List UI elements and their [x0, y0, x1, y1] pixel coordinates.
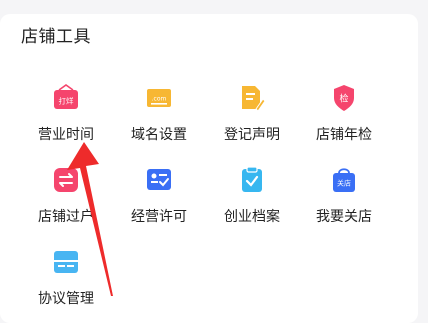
transfer-icon	[53, 166, 79, 194]
tool-label: 店铺过户	[38, 209, 94, 225]
tool-domain-settings[interactable]: .com 域名设置	[113, 84, 205, 156]
tool-close-store[interactable]: 关店 我要关店	[298, 166, 390, 238]
close-store-bag-icon: 关店	[331, 166, 357, 194]
open-hours-icon: 打烊	[53, 84, 79, 112]
tool-label: 我要关店	[316, 209, 372, 225]
tool-label: 营业时间	[38, 127, 94, 143]
svg-text:打烊: 打烊	[59, 96, 74, 106]
tool-label: 店铺年检	[316, 127, 372, 143]
tool-label: 经营许可	[131, 209, 187, 225]
svg-text:.com: .com	[152, 96, 167, 103]
tool-shop-transfer[interactable]: 店铺过户	[20, 166, 112, 238]
tool-business-license[interactable]: 经营许可	[113, 166, 205, 238]
annual-inspection-shield-icon: 检	[331, 84, 357, 112]
tool-registration-statement[interactable]: 登记声明	[206, 84, 298, 156]
archive-clipboard-icon	[239, 166, 265, 194]
tool-open-hours[interactable]: 打烊 营业时间	[20, 84, 112, 156]
svg-text:检: 检	[339, 93, 348, 105]
tool-label: 创业档案	[224, 209, 280, 225]
tool-agreement-management[interactable]: 协议管理	[20, 248, 112, 320]
tool-label: 域名设置	[131, 127, 187, 143]
tool-label: 协议管理	[38, 291, 94, 307]
registration-document-icon	[239, 84, 265, 112]
domain-icon: .com	[146, 84, 172, 112]
section-title: 店铺工具	[21, 27, 91, 47]
svg-text:关店: 关店	[337, 179, 351, 188]
agreement-card-icon	[53, 248, 79, 276]
tool-startup-archive[interactable]: 创业档案	[206, 166, 298, 238]
tool-annual-inspection[interactable]: 检 店铺年检	[298, 84, 390, 156]
license-id-card-icon	[146, 166, 172, 194]
tool-label: 登记声明	[224, 127, 280, 143]
